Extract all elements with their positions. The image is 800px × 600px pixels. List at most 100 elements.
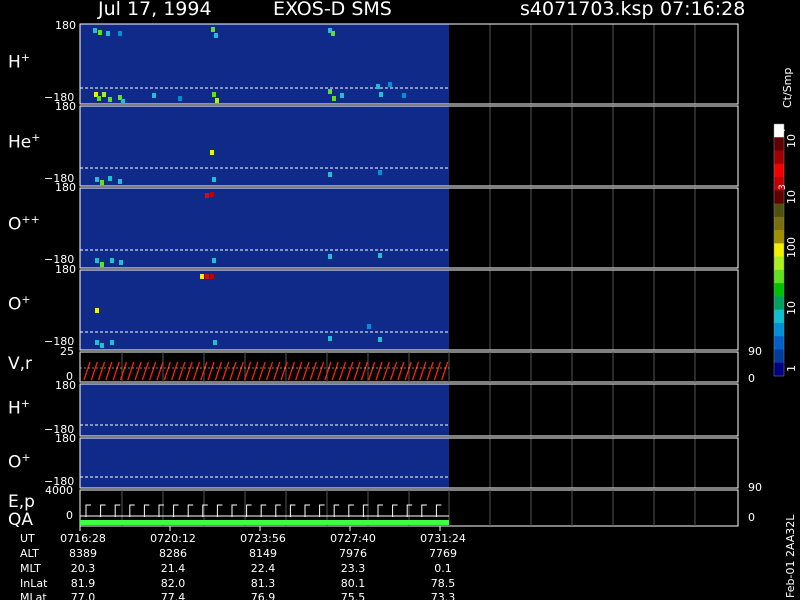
count-pixel [378, 253, 382, 258]
colorbar-segment [774, 283, 784, 297]
panel-label-ep: E,p [8, 492, 35, 512]
tick-ol-top: 180 [55, 432, 76, 445]
colorbar-segment [774, 269, 784, 284]
count-pixel [110, 340, 114, 345]
colorbar-segment [774, 137, 784, 152]
colorbar-tick-1000-base: 10 [785, 190, 798, 204]
count-pixel [93, 28, 97, 33]
count-pixel [214, 33, 218, 38]
tick-h-top: 180 [55, 19, 76, 32]
lower-ion-panel-fill [80, 438, 449, 488]
count-pixel [210, 192, 214, 197]
colorbar-segment [774, 309, 784, 324]
header-date: Jul 17, 1994 [98, 0, 212, 20]
colorbar-tick-10000-base: 10 [785, 134, 798, 148]
colorbar-segment [774, 336, 784, 350]
count-pixel [108, 176, 112, 181]
colorbar-segment [774, 150, 784, 165]
colorbar-segment [774, 230, 784, 244]
count-pixel [100, 262, 104, 267]
qa-flag-bar [80, 520, 449, 525]
panel-label-qa: QA [8, 510, 34, 530]
tick-opp-top: 180 [55, 181, 76, 194]
ut-row-label: InLat [20, 577, 48, 590]
count-pixel [119, 260, 123, 265]
colorbar-tick-1: 1 [785, 365, 798, 372]
count-pixel [100, 343, 104, 348]
count-pixel [328, 336, 332, 341]
ut-row-label: ALT [20, 547, 39, 560]
count-pixel [95, 308, 99, 313]
count-pixel [98, 30, 102, 35]
count-pixel [328, 172, 332, 177]
footer-id: Feb-01 2AA32L [784, 514, 797, 598]
header-time: 07:16:28 [660, 0, 746, 20]
ut-value: 0731:24 [420, 532, 466, 545]
lower-ion-panel-fill [80, 384, 449, 436]
ut-value: 77.4 [160, 591, 186, 600]
count-pixel [110, 258, 114, 263]
colorbar-segment [774, 349, 784, 364]
count-pixel [97, 96, 101, 101]
exos-d-sms-plot-window: { "header": { "date": "Jul 17, 1994", "i… [0, 0, 800, 600]
ut-value: 77.0 [70, 591, 96, 600]
tick-op-top: 180 [55, 263, 76, 276]
ut-value: 8149 [249, 547, 277, 560]
ut-value: 21.4 [160, 562, 186, 575]
ut-row-label: MLat [20, 591, 47, 600]
count-pixel [212, 177, 216, 182]
count-pixel [212, 92, 216, 97]
count-pixel [378, 337, 382, 342]
tick-he-top: 180 [55, 100, 76, 113]
panel-label-vr: V,r [8, 354, 33, 374]
colorbar-segment [774, 296, 784, 311]
ut-value: 7976 [339, 547, 367, 560]
colorbar-segment [774, 163, 784, 178]
ut-value: 0.1 [434, 562, 452, 575]
colorbar-segment [774, 322, 784, 337]
ut-value: 78.5 [430, 577, 456, 590]
count-pixel [118, 179, 122, 184]
count-pixel [328, 254, 332, 259]
count-pixel [152, 93, 156, 98]
ut-value: 8389 [69, 547, 97, 560]
ut-value: 0716:28 [60, 532, 106, 545]
count-pixel [332, 96, 336, 101]
count-pixel [205, 193, 209, 198]
ut-value: 8286 [159, 547, 187, 560]
count-pixel [331, 31, 335, 36]
count-pixel [379, 92, 383, 97]
panel-label-o-plus-lower: O+ [8, 451, 31, 473]
ut-row-label: UT [20, 532, 35, 545]
count-pixel [118, 31, 122, 36]
tick-ep-right-bottom: 0 [748, 511, 755, 524]
ut-value: 73.3 [430, 591, 456, 600]
count-pixel [205, 274, 209, 279]
panel-label-h-plus-lower: H+ [8, 397, 31, 419]
count-pixel [200, 274, 204, 279]
tick-ep-bottom: 0 [66, 509, 73, 522]
ut-row-label: MLT [20, 562, 41, 575]
ion-panel-fill [80, 270, 449, 350]
panel-label-o-plusplus: O++ [8, 213, 40, 235]
count-pixel [108, 97, 112, 102]
colorbar-tick-10000-exp: 4 [778, 128, 788, 134]
colorbar-tick-100: 100 [785, 237, 798, 258]
tick-hl-top: 180 [55, 379, 76, 392]
count-pixel [378, 170, 382, 175]
count-pixel [328, 89, 332, 94]
count-pixel [100, 180, 104, 185]
count-pixel [210, 150, 214, 155]
tick-ep-top: 4000 [45, 484, 73, 497]
count-pixel [95, 258, 99, 263]
ut-value: 20.3 [70, 562, 96, 575]
count-pixel [212, 258, 216, 263]
colorbar-segment [774, 362, 784, 377]
count-pixel [367, 324, 371, 329]
ut-value: 81.3 [250, 577, 276, 590]
ut-value: 82.0 [160, 577, 186, 590]
colorbar-segment [774, 190, 784, 205]
panel-label-he-plus: He+ [8, 131, 41, 153]
count-pixel [210, 274, 214, 279]
count-pixel [213, 340, 217, 345]
